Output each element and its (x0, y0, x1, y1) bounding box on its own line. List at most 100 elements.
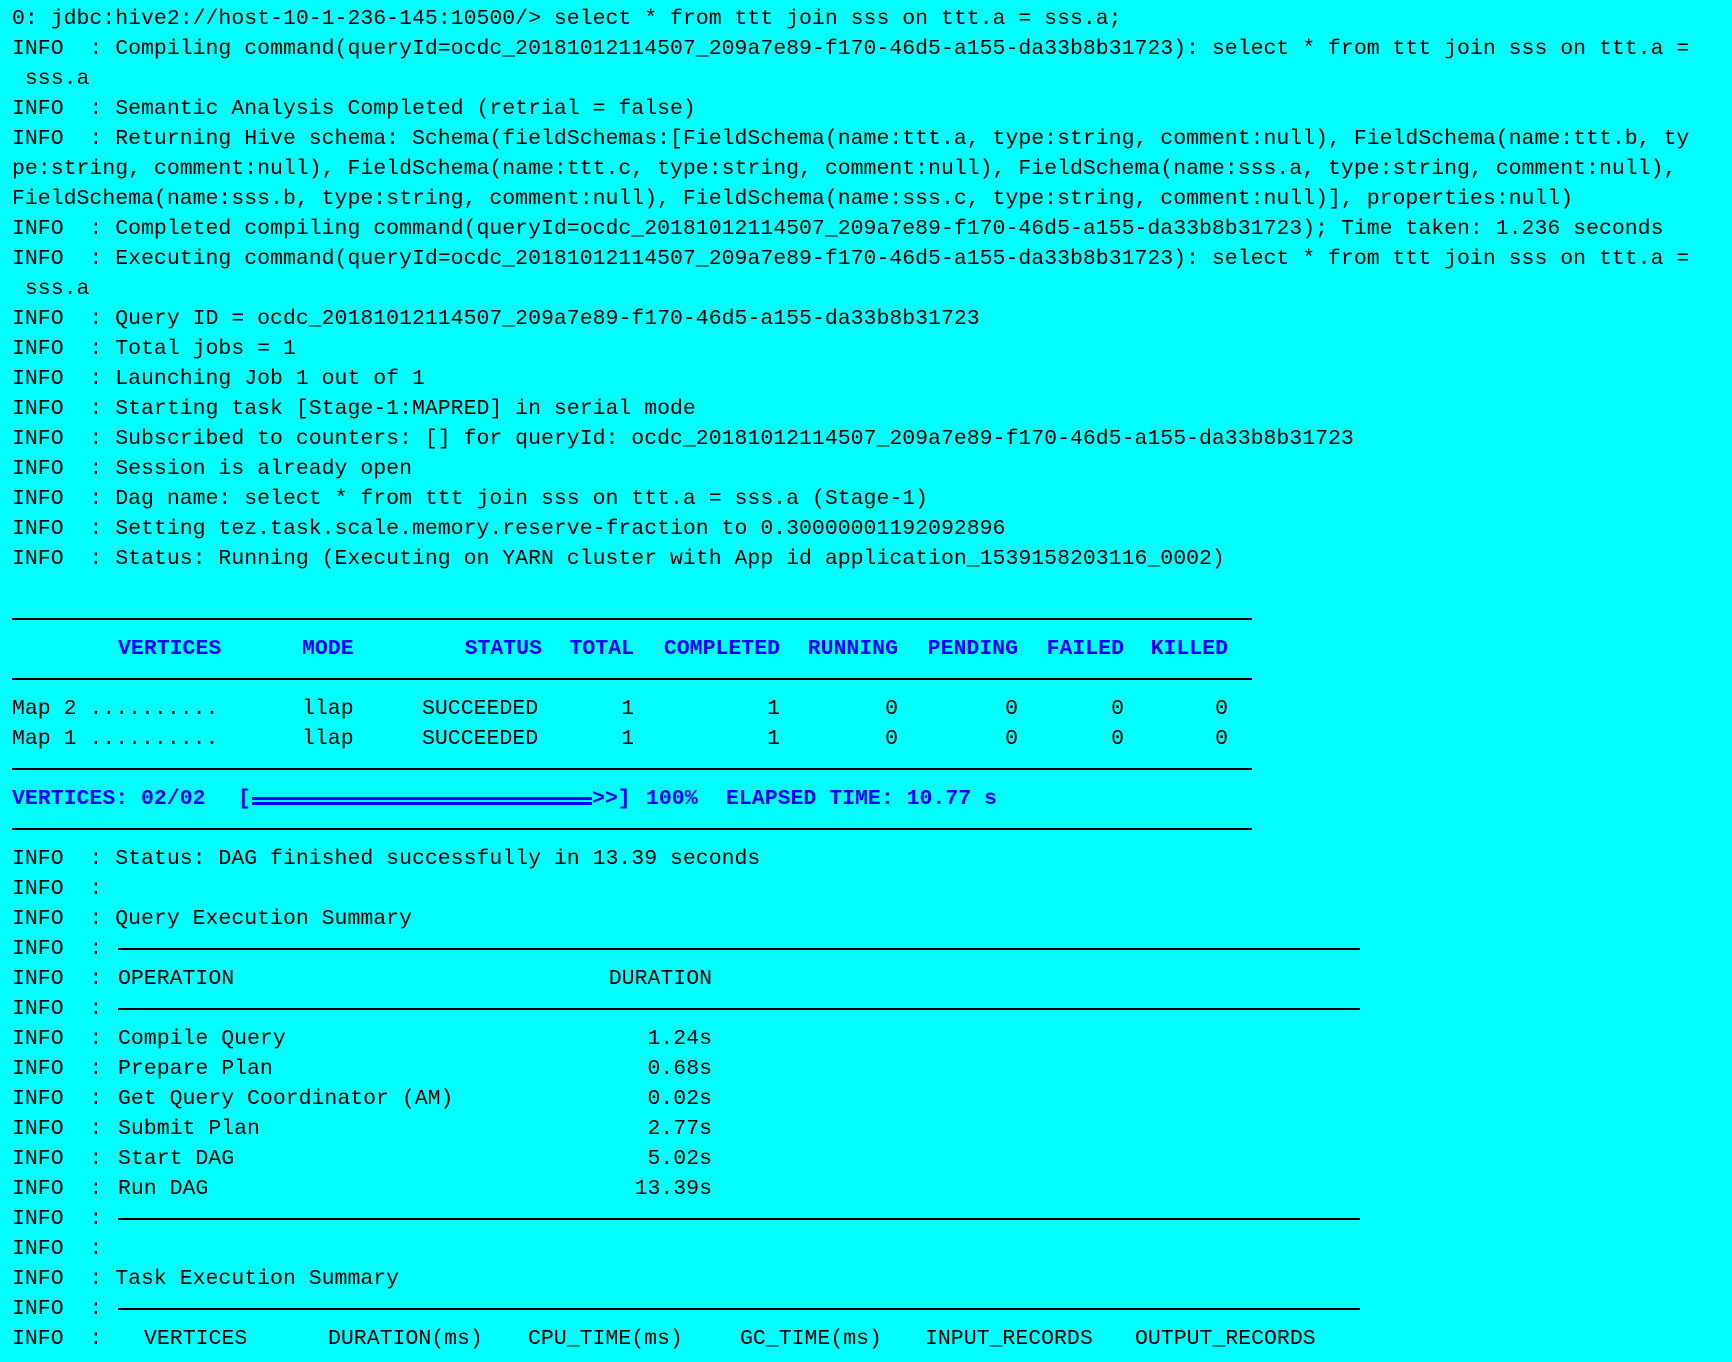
summary-operation: Get Query Coordinator (AM) (118, 1087, 454, 1111)
task-column-header: GC_TIME(ms) (740, 1327, 882, 1351)
table-bottom-rule (0, 754, 1732, 784)
vertex-table-header: VERTICES MODE STATUS TOTAL COMPLETED RUNNING P… (0, 634, 1732, 664)
info-prefix: INFO : (12, 1027, 103, 1051)
progress-line: VERTICES: 02/02 [ >>] 100% ELAPSED TIME:… (0, 784, 1732, 814)
log-line: FieldSchema(name:sss.b, type:string, com… (12, 187, 1574, 211)
terminal-window[interactable]: 0: jdbc:hive2://host-10-1-236-145:10500/… (0, 0, 1732, 1362)
vertex-column-header: VERTICES (118, 637, 222, 661)
summary-rule-bottom: INFO : (0, 1204, 1732, 1234)
task-summary-header: INFO : VERTICES DURATION(ms) CPU_TIME(ms) GC… (0, 1324, 1732, 1354)
log-output-mid: INFO : Status: DAG finished successfully… (0, 844, 1732, 934)
vertex-cell: llap (302, 727, 354, 751)
vertex-column-header: MODE (302, 637, 354, 661)
task-column-header: VERTICES (144, 1327, 248, 1351)
vertex-column-header: KILLED (1150, 637, 1228, 661)
vertex-column-header: RUNNING (807, 637, 898, 661)
summary-duration: 2.77s (647, 1117, 712, 1141)
vertex-row: Map 1 .......... llap SUCCEEDED 1 1 0 0 0 0 (0, 724, 1732, 754)
log-line: sss.a (12, 277, 90, 301)
vertex-column-header: PENDING (927, 637, 1018, 661)
elapsed-time: ELAPSED TIME: 10.77 s (726, 787, 997, 811)
log-line: INFO : Executing command(queryId=ocdc_20… (12, 247, 1690, 271)
vertex-cell: 0 (1215, 727, 1228, 751)
summary-rule-mid: INFO : (0, 994, 1732, 1024)
summary-row: INFO : Start DAG 5.02s (0, 1144, 1732, 1174)
task-column-header: INPUT_RECORDS (925, 1327, 1093, 1351)
table-header-rule (0, 664, 1732, 694)
vertex-cell: 0 (885, 697, 898, 721)
info-prefix: INFO : (12, 967, 103, 991)
info-prefix: INFO : (12, 1177, 103, 1201)
vertex-column-header: TOTAL (569, 637, 634, 661)
log-line: INFO : Query ID = ocdc_20181012114507_20… (12, 307, 980, 331)
log-line: INFO : Dag name: select * from ttt join … (12, 487, 929, 511)
log-line: INFO : Task Execution Summary (12, 1267, 400, 1291)
vertex-cell: 1 (621, 727, 634, 751)
summary-row: INFO : Prepare Plan 0.68s (0, 1054, 1732, 1084)
vertex-cell: llap (302, 697, 354, 721)
summary-duration: 13.39s (634, 1177, 712, 1201)
vertex-cell: SUCCEEDED (422, 697, 539, 721)
vertex-cell: 0 (1111, 727, 1124, 751)
log-line: INFO : Total jobs = 1 (12, 337, 296, 361)
vertex-column-header: FAILED (1046, 637, 1124, 661)
log-line: sss.a (12, 67, 90, 91)
vertex-cell: SUCCEEDED (422, 727, 539, 751)
log-line: INFO : Compiling command(queryId=ocdc_20… (12, 37, 1690, 61)
task-column-header: CPU_TIME(ms) (528, 1327, 683, 1351)
query-summary-body: INFO : Compile Query 1.24s INFO : Prepare Pl… (0, 1024, 1732, 1204)
log-line: INFO : Subscribed to counters: [] for qu… (12, 427, 1354, 451)
table-top-rule (0, 604, 1732, 634)
summary-operation: Prepare Plan (118, 1057, 273, 1081)
vertex-cell: Map 2 .......... (12, 697, 219, 721)
log-line: INFO : Session is already open (12, 457, 412, 481)
log-line: INFO : Status: Running (Executing on YAR… (12, 547, 1225, 571)
summary-duration: 0.68s (647, 1057, 712, 1081)
progress-bar-fill-lower (252, 802, 592, 805)
summary-operation: Compile Query (118, 1027, 286, 1051)
summary-column-header: OPERATION (118, 967, 235, 991)
vertex-cell: Map 1 .......... (12, 727, 219, 751)
log-line: INFO : Launching Job 1 out of 1 (12, 367, 425, 391)
progress-bar-close: >>] (592, 787, 631, 811)
task-column-header: DURATION(ms) (328, 1327, 483, 1351)
vertex-cell: 0 (1111, 697, 1124, 721)
summary-operation: Run DAG (118, 1177, 209, 1201)
log-line: INFO : Starting task [Stage-1:MAPRED] in… (12, 397, 696, 421)
query-summary-header: INFO : OPERATION DURATION (0, 964, 1732, 994)
log-line: INFO : Query Execution Summary (12, 907, 412, 931)
vertex-cell: 1 (621, 697, 634, 721)
summary-row: INFO : Compile Query 1.24s (0, 1024, 1732, 1054)
log-line: INFO : (12, 1237, 103, 1261)
summary-row: INFO : Submit Plan 2.77s (0, 1114, 1732, 1144)
log-output-top: INFO : Compiling command(queryId=ocdc_20… (0, 34, 1732, 574)
vertex-cell: 0 (1215, 697, 1228, 721)
log-line: INFO : Semantic Analysis Completed (retr… (12, 97, 696, 121)
vertex-row: Map 2 .......... llap SUCCEEDED 1 1 0 0 0 0 (0, 694, 1732, 724)
vertex-cell: 0 (1005, 727, 1018, 751)
vertex-cell: 1 (767, 697, 780, 721)
info-prefix: INFO : (12, 1057, 103, 1081)
vertex-cell: 0 (885, 727, 898, 751)
vertices-count: VERTICES: 02/02 (12, 787, 206, 811)
progress-bar-fill (252, 797, 592, 800)
summary-duration: 1.24s (647, 1027, 712, 1051)
summary-operation: Submit Plan (118, 1117, 260, 1141)
info-prefix: INFO : (12, 1087, 103, 1111)
log-line: pe:string, comment:null), FieldSchema(na… (12, 157, 1677, 181)
log-output-after: INFO : INFO : Task Execution Summary (0, 1234, 1732, 1294)
summary-row: INFO : Run DAG 13.39s (0, 1174, 1732, 1204)
vertex-cell: 0 (1005, 697, 1018, 721)
summary-duration: 0.02s (647, 1087, 712, 1111)
task-column-header: OUTPUT_RECORDS (1135, 1327, 1316, 1351)
summary-column-header: DURATION (608, 967, 712, 991)
log-line: INFO : Setting tez.task.scale.memory.res… (12, 517, 1006, 541)
log-line: INFO : Completed compiling command(query… (12, 217, 1664, 241)
summary-row: INFO : Get Query Coordinator (AM) 0.02s (0, 1084, 1732, 1114)
task-summary-rule: INFO : (0, 1294, 1732, 1324)
log-line: INFO : (12, 877, 103, 901)
summary-rule-top: INFO : (0, 934, 1732, 964)
info-prefix: INFO : (12, 1327, 103, 1351)
progress-percent: 100% (646, 787, 698, 811)
